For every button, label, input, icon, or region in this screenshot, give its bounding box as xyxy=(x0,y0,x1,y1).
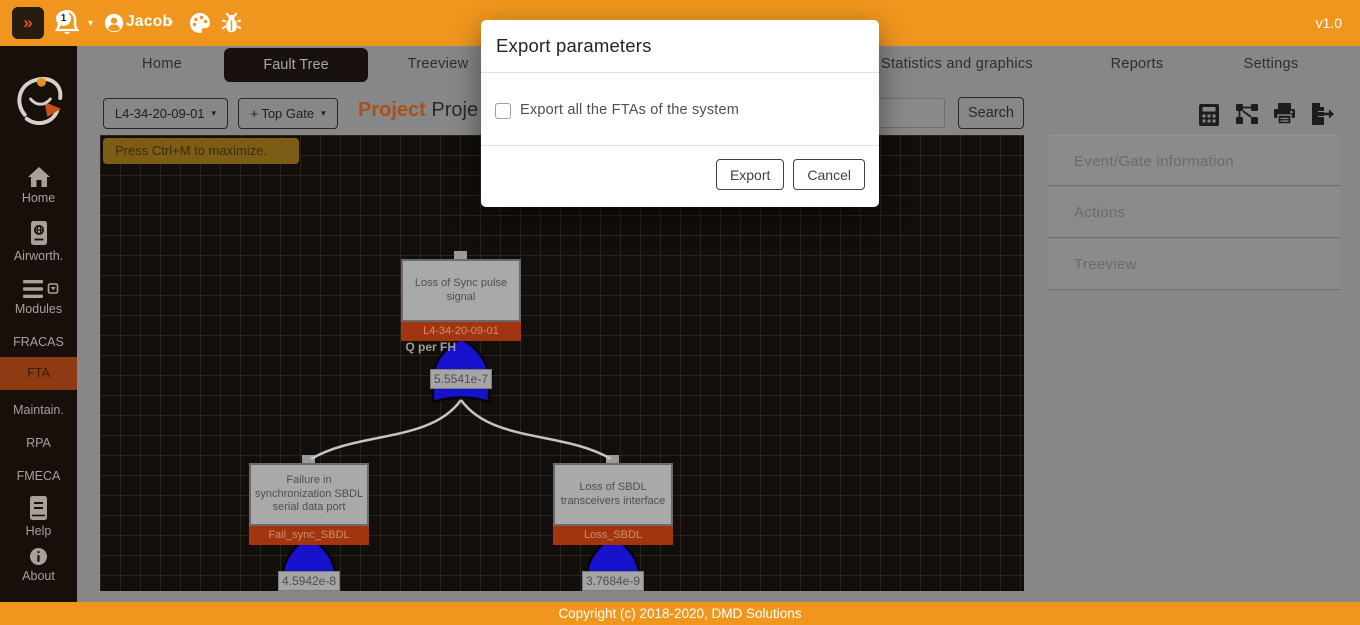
bars-menu-icon xyxy=(19,279,59,299)
sidebar-item-fracas[interactable]: FRACAS xyxy=(0,335,77,349)
accordion-actions[interactable]: Actions xyxy=(1048,187,1340,238)
export-all-ftas-label: Export all the FTAs of the system xyxy=(520,102,739,118)
sidebar-item-rpa[interactable]: RPA xyxy=(0,436,77,450)
ft-node-code[interactable]: L4-34-20-09-01 xyxy=(401,322,521,341)
gate-selector-dropdown[interactable]: L4-34-20-09-01 ▾ xyxy=(103,98,228,129)
tab-settings[interactable]: Settings xyxy=(1244,56,1299,72)
notification-count-badge: 1 xyxy=(56,11,71,26)
tab-fault-tree[interactable]: Fault Tree xyxy=(224,48,368,82)
modal-footer: Export Cancel xyxy=(481,145,879,207)
sidebar-item-label: Maintain. xyxy=(13,403,64,417)
sidebar-item-fmeca[interactable]: FMECA xyxy=(0,469,77,483)
sidebar-item-modules[interactable]: Modules xyxy=(0,279,77,316)
ft-node-probability: 4.5942e-8 xyxy=(278,571,340,591)
user-circle-icon[interactable] xyxy=(103,12,125,34)
tab-home[interactable]: Home xyxy=(142,56,182,72)
file-export-icon[interactable] xyxy=(1310,103,1334,126)
tab-treeview[interactable]: Treeview xyxy=(408,56,469,72)
project-label: Project xyxy=(358,99,426,121)
sidebar-item-label: Airworth. xyxy=(14,249,63,263)
cancel-button[interactable]: Cancel xyxy=(793,159,865,190)
sidebar-item-label: Home xyxy=(22,191,55,205)
connector-curve-right xyxy=(461,400,611,459)
caret-down-icon[interactable]: ▾ xyxy=(88,18,93,29)
calculator-icon[interactable] xyxy=(1198,103,1220,127)
sidebar-item-label: FMECA xyxy=(17,469,61,483)
accordion-event-gate-information[interactable]: Event/Gate information xyxy=(1048,135,1340,186)
tab-reports[interactable]: Reports xyxy=(1111,56,1164,72)
app-version: v1.0 xyxy=(1316,15,1342,31)
modal-body: Export all the FTAs of the system xyxy=(481,73,879,145)
sidebar-item-airworthiness[interactable]: Airworth. xyxy=(0,220,77,263)
theme-palette-icon[interactable] xyxy=(188,11,212,35)
help-book-icon xyxy=(27,495,50,521)
caret-down-icon: ▾ xyxy=(321,108,326,119)
sidebar-item-about[interactable]: About xyxy=(0,547,77,583)
chevron-double-right-icon: » xyxy=(23,13,32,32)
footer-copyright: Copyright (c) 2018-2020, DMD Solutions xyxy=(0,602,1360,625)
tab-statistics-and-graphics[interactable]: Statistics and graphics xyxy=(881,56,1033,72)
notifications-button[interactable]: 1 xyxy=(54,9,82,39)
connector-nub xyxy=(454,251,467,259)
sidebar-item-label: Help xyxy=(26,524,52,538)
app-root: » 1 ▾ Jacob ▾ xyxy=(0,0,1360,625)
sidebar: Home Airworth. Modules FRACAS xyxy=(0,46,77,602)
caret-down-icon: ▾ xyxy=(212,108,217,119)
sidebar-item-label: Modules xyxy=(15,302,62,316)
rate-label: Q per FH xyxy=(356,340,456,354)
add-top-gate-dropdown[interactable]: + Top Gate ▾ xyxy=(238,98,338,129)
sidebar-item-label: FRACAS xyxy=(13,335,64,349)
sidebar-collapse-button[interactable]: » xyxy=(12,7,44,39)
ft-node-code[interactable]: Loss_SBDL xyxy=(553,526,673,545)
bug-report-icon[interactable] xyxy=(219,10,244,35)
export-all-ftas-checkbox[interactable] xyxy=(495,103,511,119)
add-top-gate-label: + Top Gate xyxy=(250,106,314,121)
project-diagram-icon[interactable] xyxy=(1235,103,1259,125)
passport-globe-icon xyxy=(27,220,51,246)
connector-curve-left xyxy=(311,400,461,459)
ft-node-code[interactable]: Fail_sync_SBDL xyxy=(249,526,369,545)
modal-title: Export parameters xyxy=(496,35,652,56)
accordion-treeview[interactable]: Treeview xyxy=(1048,239,1340,290)
caret-down-icon[interactable]: ▾ xyxy=(168,18,173,29)
house-icon xyxy=(27,166,51,188)
export-button[interactable]: Export xyxy=(716,159,784,190)
search-button[interactable]: Search xyxy=(958,97,1024,129)
user-menu[interactable]: Jacob xyxy=(126,13,172,31)
sidebar-item-label: FTA xyxy=(27,366,50,380)
ft-node-title[interactable]: Loss of Sync pulse signal xyxy=(401,259,521,322)
sidebar-item-help[interactable]: Help xyxy=(0,495,77,538)
sidebar-item-maintain[interactable]: Maintain. xyxy=(0,403,77,417)
sidebar-item-label: RPA xyxy=(26,436,51,450)
ft-node-title[interactable]: Failure in synchronization SBDL serial d… xyxy=(249,463,369,526)
gate-selector-value: L4-34-20-09-01 xyxy=(115,106,205,121)
sidebar-item-fta[interactable]: FTA xyxy=(0,357,77,390)
sidebar-item-home[interactable]: Home xyxy=(0,166,77,205)
ft-node-probability: 3.7684e-9 xyxy=(582,571,644,591)
logo-bird-icon xyxy=(7,68,70,134)
project-heading: Project Proje xyxy=(358,99,478,122)
ft-node-title[interactable]: Loss of SBDL transceivers interface xyxy=(553,463,673,526)
info-circle-icon xyxy=(29,547,48,566)
print-icon[interactable] xyxy=(1273,103,1296,125)
modal-header: Export parameters xyxy=(481,20,879,73)
export-parameters-modal: Export parameters Export all the FTAs of… xyxy=(481,20,879,207)
ft-node-probability: 5.5541e-7 xyxy=(430,369,492,389)
project-name: Proje xyxy=(431,99,478,121)
sidebar-item-label: About xyxy=(22,569,55,583)
